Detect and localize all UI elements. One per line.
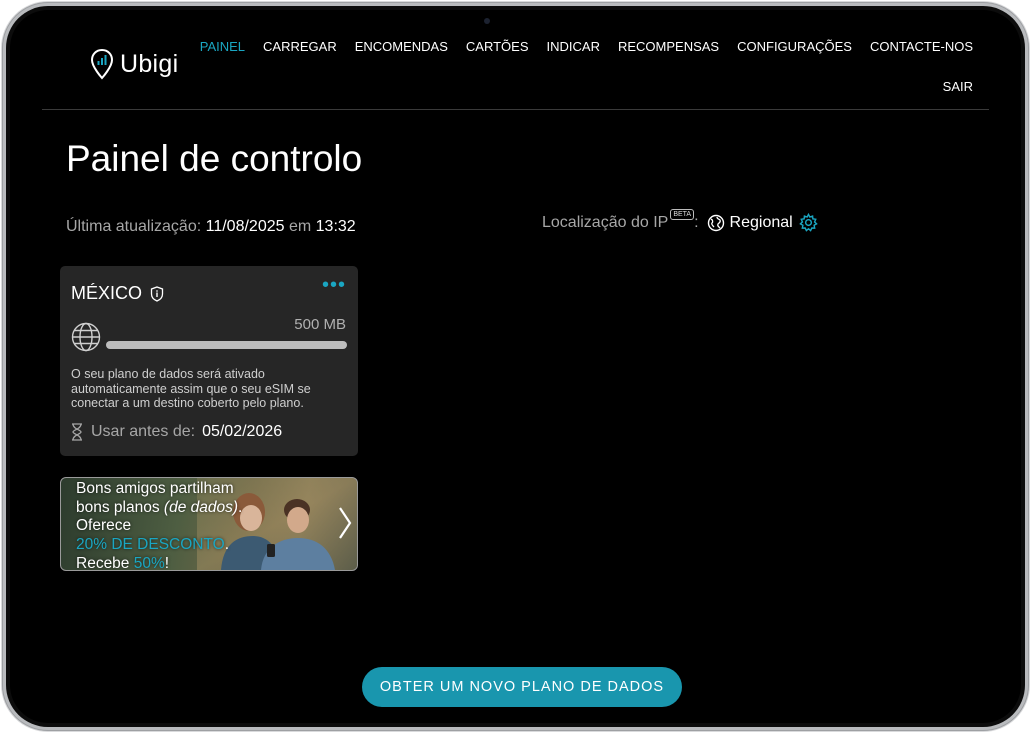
promo-line-3: Oferece: [76, 517, 132, 535]
shield-info-icon: [150, 285, 164, 302]
ip-location-separator: :: [694, 213, 699, 231]
screen: Ubigi PAINEL CARREGAR ENCOMENDAS CARTÕES…: [10, 10, 1021, 723]
nav-item-configuracoes[interactable]: CONFIGURAÇÕES: [728, 39, 861, 54]
brand-name: Ubigi: [120, 49, 179, 78]
nav-item-painel[interactable]: PAINEL: [191, 39, 254, 54]
beta-badge: BETA: [670, 209, 695, 220]
nav-item-recompensas[interactable]: RECOMPENSAS: [609, 39, 728, 54]
last-update-label: Última atualização:: [66, 218, 202, 235]
nav-item-encomendas[interactable]: ENCOMENDAS: [346, 39, 457, 54]
promo-line-2c: .: [238, 498, 243, 516]
promo-line-4b: .: [224, 536, 230, 554]
use-before-label: Usar antes de:: [91, 423, 196, 440]
data-usage-bar: [106, 341, 347, 349]
promo-line-5a: Recebe: [76, 554, 134, 571]
plan-description: O seu plano de dados será ativado automa…: [71, 367, 311, 410]
chevron-right-icon[interactable]: [337, 506, 353, 540]
promo-text: Bons amigos partilham bons planos (de da…: [76, 480, 243, 571]
globe-icon: [71, 322, 101, 352]
promo-discount: 20% DE DESCONTO: [76, 536, 225, 554]
plan-data-amount: 500 MB: [294, 316, 346, 333]
plan-card[interactable]: MÉXICO ••• 500 MB O seu plano de dados s…: [60, 266, 358, 456]
brand-logo[interactable]: Ubigi: [90, 48, 178, 80]
logout-link[interactable]: SAIR: [934, 79, 982, 94]
main-nav: PAINEL CARREGAR ENCOMENDAS CARTÕES INDIC…: [200, 39, 982, 94]
promo-line-2a: bons planos: [76, 498, 164, 516]
location-pin-signal-icon: [90, 48, 114, 80]
nav-item-carregar[interactable]: CARREGAR: [254, 39, 346, 54]
last-update-time: 13:32: [315, 218, 356, 235]
promo-line-5c: !: [164, 554, 170, 571]
ip-location-label: Localização do IP: [542, 213, 669, 231]
header-divider: [42, 109, 989, 110]
hourglass-icon: [72, 423, 82, 441]
page-title: Painel de controlo: [66, 138, 363, 179]
ip-location: Localização do IP BETA : Regional: [542, 209, 818, 232]
last-update-connector: em: [288, 218, 312, 235]
nav-item-contacte-nos[interactable]: CONTACTE-NOS: [861, 39, 982, 54]
referral-promo-banner[interactable]: Bons amigos partilham bons planos (de da…: [60, 477, 358, 571]
promo-line-1: Bons amigos partilham: [76, 480, 234, 497]
tablet-frame: Ubigi PAINEL CARREGAR ENCOMENDAS CARTÕES…: [2, 2, 1029, 731]
ip-location-value: Regional: [729, 213, 793, 231]
use-before: Usar antes de: 05/02/2026: [71, 423, 282, 441]
last-update: Última atualização: 11/08/2025 em 13:32: [66, 218, 356, 236]
front-camera: [484, 18, 490, 24]
promo-line-2b: (de dados): [163, 498, 239, 516]
get-new-data-plan-button[interactable]: OBTER UM NOVO PLANO DE DADOS: [362, 667, 682, 707]
tablet-bezel: Ubigi PAINEL CARREGAR ENCOMENDAS CARTÕES…: [6, 6, 1025, 727]
plan-country-name: MÉXICO: [71, 283, 143, 303]
earth-icon: [707, 214, 724, 231]
nav-item-indicar[interactable]: INDICAR: [538, 39, 609, 54]
use-before-date: 05/02/2026: [202, 423, 283, 440]
nav-item-cartoes[interactable]: CARTÕES: [457, 39, 538, 54]
gear-icon[interactable]: [798, 213, 818, 232]
last-update-date: 11/08/2025: [205, 218, 285, 235]
plan-country: MÉXICO: [71, 283, 164, 304]
promo-reward: 50%: [133, 554, 165, 571]
more-options-icon[interactable]: •••: [322, 275, 346, 295]
